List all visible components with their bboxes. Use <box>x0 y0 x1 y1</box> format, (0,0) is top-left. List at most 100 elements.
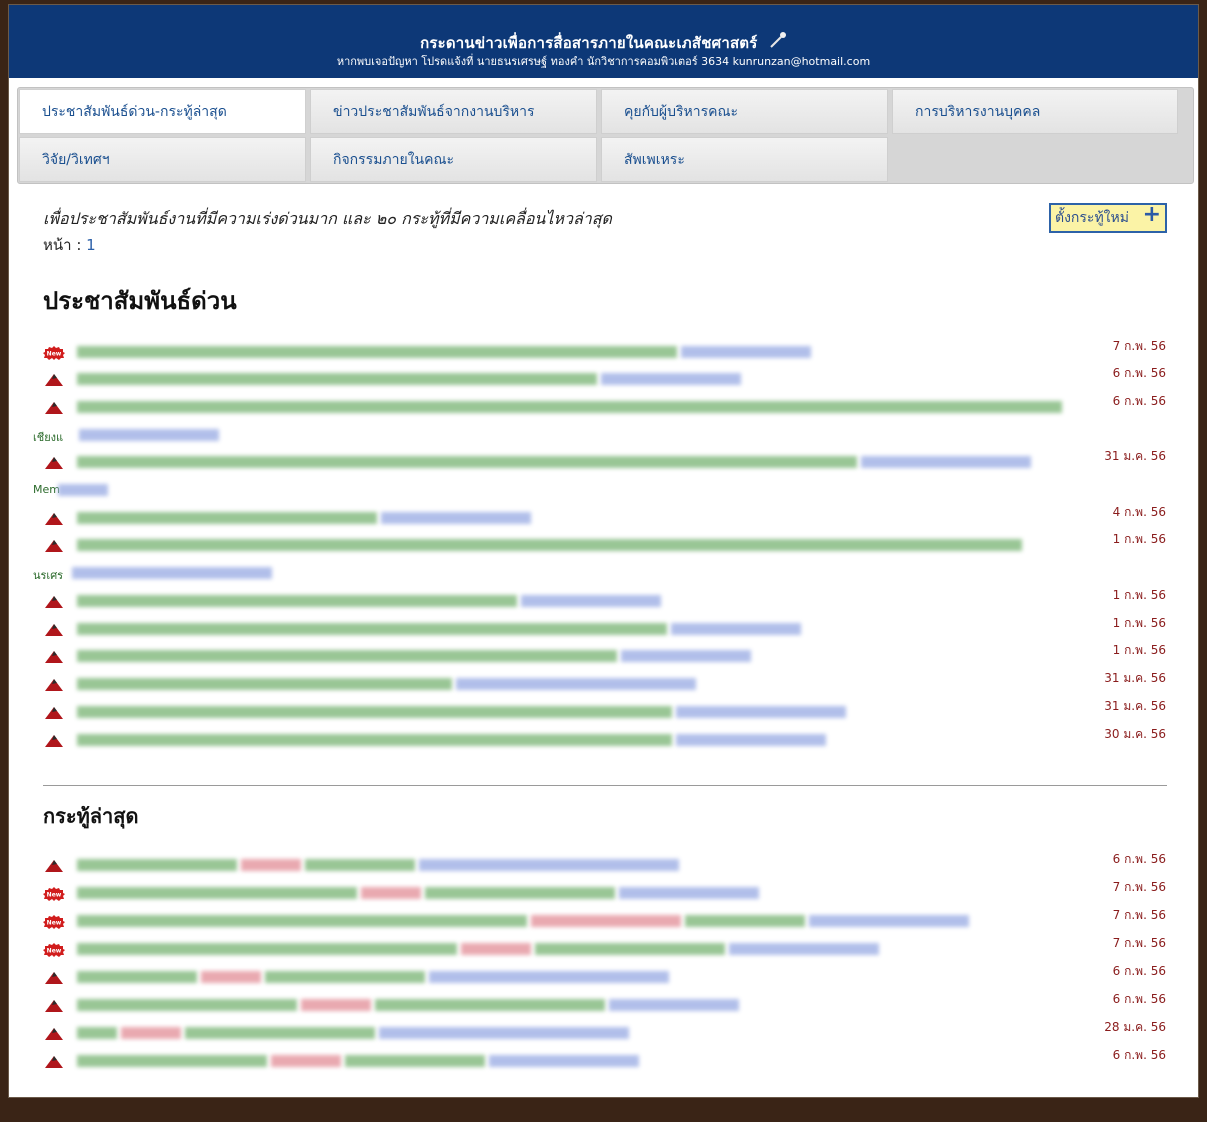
topic-link[interactable] <box>379 1027 629 1039</box>
topic-link[interactable] <box>861 456 1031 468</box>
topic-link[interactable] <box>671 623 801 635</box>
topic-link[interactable] <box>77 456 857 468</box>
topic-link[interactable] <box>58 484 108 496</box>
list-item[interactable] <box>43 970 1123 984</box>
topic-link[interactable] <box>305 859 415 871</box>
topic-link[interactable] <box>676 706 846 718</box>
topic-wrap-line[interactable]: เชียงแ <box>33 428 219 444</box>
list-item[interactable]: New <box>43 345 1123 360</box>
topic-link[interactable] <box>271 1055 341 1067</box>
triangle-icon <box>43 705 65 719</box>
topic-link[interactable] <box>77 971 197 983</box>
topic-link[interactable] <box>77 595 517 607</box>
topic-link[interactable] <box>461 943 531 955</box>
tab-talk-executives[interactable]: คุยกับผู้บริหารคณะ <box>601 89 888 134</box>
topic-link[interactable] <box>72 567 272 579</box>
header-banner: กระดานข่าวเพื่อการสื่อสารภายในคณะเภสัชศา… <box>9 5 1198 78</box>
microphone-icon <box>769 32 787 52</box>
topic-link[interactable] <box>77 859 237 871</box>
topic-link[interactable] <box>361 887 421 899</box>
topic-link[interactable] <box>729 943 879 955</box>
topic-link[interactable] <box>121 1027 181 1039</box>
list-item[interactable]: New <box>43 886 1123 901</box>
list-item[interactable] <box>43 649 1123 663</box>
tab-misc[interactable]: สัพเพเหระ <box>601 137 888 182</box>
topic-link[interactable] <box>601 373 741 385</box>
list-item[interactable]: New <box>43 942 1123 957</box>
topic-link[interactable] <box>301 999 371 1011</box>
topic-link[interactable] <box>79 429 219 441</box>
topic-link[interactable] <box>489 1055 639 1067</box>
topic-link[interactable] <box>531 915 681 927</box>
topic-link[interactable] <box>419 859 679 871</box>
topic-link[interactable] <box>77 999 297 1011</box>
list-item[interactable] <box>43 511 1123 525</box>
list-item[interactable] <box>43 400 1123 414</box>
topic-link[interactable] <box>621 650 751 662</box>
topic-link[interactable] <box>77 650 617 662</box>
topic-wrap-line[interactable]: Mem <box>33 483 108 497</box>
topic-link[interactable] <box>77 943 457 955</box>
topic-link[interactable] <box>77 623 667 635</box>
tab-research[interactable]: วิจัย/วิเทศฯ <box>19 137 306 182</box>
tab-activities[interactable]: กิจกรรมภายในคณะ <box>310 137 597 182</box>
tab-urgent-latest[interactable]: ประชาสัมพันธ์ด่วน-กระทู้ล่าสุด <box>19 89 306 134</box>
new-topic-button[interactable]: ตั้งกระทู้ใหม่ + <box>1049 202 1167 233</box>
topic-link[interactable] <box>619 887 759 899</box>
svg-text:New: New <box>47 892 62 899</box>
new-badge-icon: New <box>43 886 65 901</box>
topic-link[interactable] <box>77 401 1062 413</box>
topic-link[interactable] <box>77 512 377 524</box>
topic-link[interactable] <box>375 999 605 1011</box>
topic-link[interactable] <box>77 734 672 746</box>
list-item[interactable]: New <box>43 914 1123 929</box>
topic-link[interactable] <box>345 1055 485 1067</box>
topic-link[interactable] <box>77 373 597 385</box>
list-item[interactable] <box>43 594 1123 608</box>
tab-personnel[interactable]: การบริหารงานบุคคล <box>892 89 1178 134</box>
topic-wrap-line[interactable]: นรเศร <box>33 566 272 582</box>
topic-link[interactable] <box>77 678 452 690</box>
topic-link[interactable] <box>77 915 527 927</box>
tab-admin-news[interactable]: ข่าวประชาสัมพันธ์จากงานบริหาร <box>310 89 597 134</box>
list-item[interactable] <box>43 372 1123 386</box>
topic-link[interactable] <box>381 512 531 524</box>
post-date: 6 ก.พ. 56 <box>1112 852 1166 866</box>
list-item[interactable] <box>43 455 1123 469</box>
topic-link[interactable] <box>456 678 696 690</box>
list-item[interactable] <box>43 1054 1123 1068</box>
topic-link[interactable] <box>241 859 301 871</box>
list-item[interactable] <box>43 733 1123 747</box>
topic-link[interactable] <box>77 887 357 899</box>
topic-link[interactable] <box>77 706 672 718</box>
topic-link[interactable] <box>535 943 725 955</box>
topic-link[interactable] <box>77 346 677 358</box>
topic-link[interactable] <box>425 887 615 899</box>
list-item[interactable] <box>43 538 1123 552</box>
triangle-icon <box>43 622 65 636</box>
topic-link[interactable] <box>185 1027 375 1039</box>
topic-link[interactable] <box>681 346 811 358</box>
list-item[interactable] <box>43 677 1123 691</box>
urgent-heading: ประชาสัมพันธ์ด่วน <box>43 287 237 315</box>
topic-link[interactable] <box>429 971 669 983</box>
topic-link[interactable] <box>521 595 661 607</box>
topic-link[interactable] <box>809 915 969 927</box>
topic-link[interactable] <box>77 539 1022 551</box>
topic-link[interactable] <box>201 971 261 983</box>
topic-link[interactable] <box>685 915 805 927</box>
list-item[interactable] <box>43 705 1123 719</box>
page-link-1[interactable]: 1 <box>86 236 96 254</box>
post-date: 7 ก.พ. 56 <box>1112 880 1166 894</box>
topic-link[interactable] <box>77 1027 117 1039</box>
list-item[interactable] <box>43 622 1123 636</box>
svg-text:New: New <box>47 351 62 358</box>
list-item[interactable] <box>43 858 1123 872</box>
list-item[interactable] <box>43 1026 1123 1040</box>
topic-link[interactable] <box>676 734 826 746</box>
topic-link[interactable] <box>609 999 739 1011</box>
topic-link[interactable] <box>265 971 425 983</box>
post-date: 1 ก.พ. 56 <box>1112 643 1166 657</box>
list-item[interactable] <box>43 998 1123 1012</box>
topic-link[interactable] <box>77 1055 267 1067</box>
